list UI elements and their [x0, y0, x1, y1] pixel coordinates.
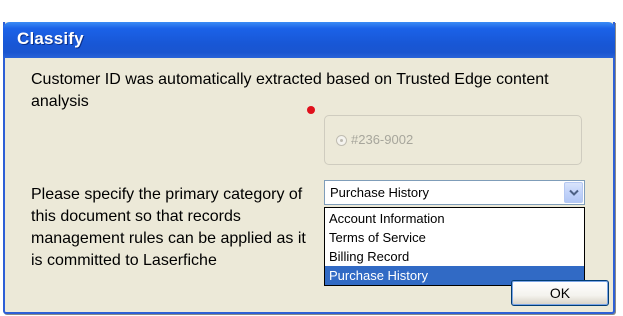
- red-marker-dot: [307, 106, 315, 114]
- category-option-terms-of-service[interactable]: Terms of Service: [325, 228, 584, 247]
- chevron-down-icon: [569, 189, 579, 196]
- customer-id-option-label: #236-9002: [351, 132, 414, 147]
- category-option-account-information[interactable]: Account Information: [325, 209, 584, 228]
- customer-id-radio-icon[interactable]: [336, 135, 347, 146]
- category-option-billing-record[interactable]: Billing Record: [325, 247, 584, 266]
- category-select-value: Purchase History: [330, 185, 429, 200]
- category-select[interactable]: Purchase History: [324, 180, 585, 205]
- dropdown-arrow-button[interactable]: [564, 182, 583, 203]
- extraction-description: Customer ID was automatically extracted …: [31, 71, 549, 110]
- category-prompt: Please specify the primary category of t…: [31, 186, 306, 269]
- ok-button[interactable]: OK: [511, 280, 609, 306]
- title-bar[interactable]: Classify: [3, 22, 615, 58]
- dialog-title: Classify: [17, 29, 84, 48]
- category-dropdown-list: Account Information Terms of Service Bil…: [324, 207, 585, 286]
